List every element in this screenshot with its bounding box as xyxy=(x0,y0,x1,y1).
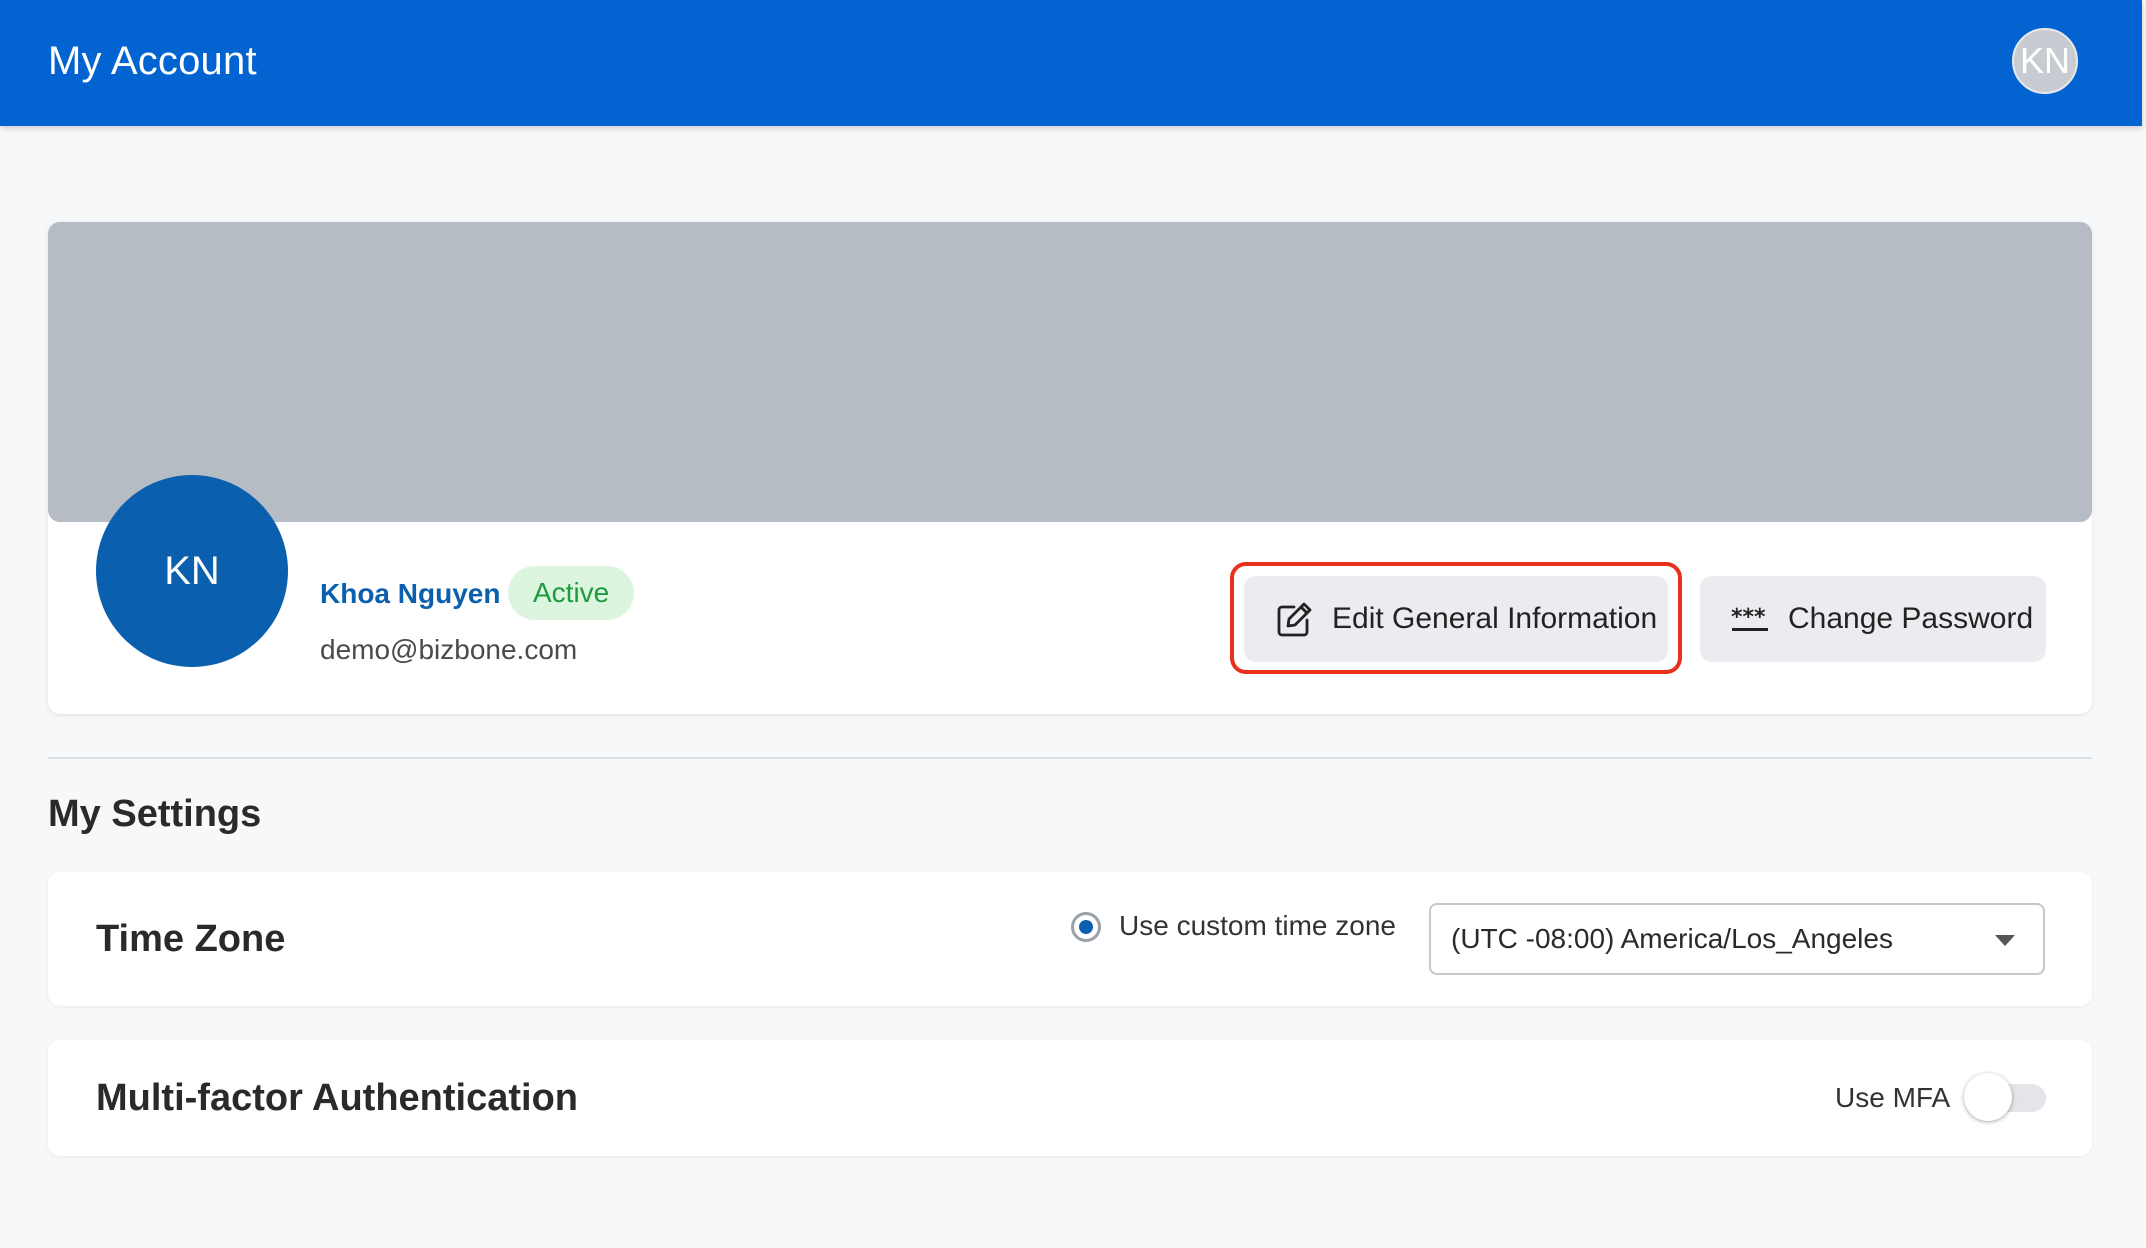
mfa-title: Multi-factor Authentication xyxy=(96,1077,578,1119)
app-header: My Account KN xyxy=(0,0,2142,126)
profile-email: demo@bizbone.com xyxy=(320,634,578,665)
chevron-down-icon xyxy=(1995,935,2015,946)
profile-card: KN Khoa Nguyen Active demo@bizbone.com E… xyxy=(48,222,2092,714)
edit-general-information-button[interactable]: Edit General Information xyxy=(1244,576,1668,662)
settings-heading: My Settings xyxy=(48,793,262,835)
password-asterisks-icon: *** xyxy=(1731,605,1768,631)
time-zone-select[interactable]: (UTC -08:00) America/Los_Angeles xyxy=(1429,903,2045,975)
time-zone-card: Time Zone Use custom time zone (UTC -08:… xyxy=(48,872,2092,1006)
profile-cover-image xyxy=(48,222,2092,522)
mfa-toggle-label: Use MFA xyxy=(1835,1082,1951,1113)
mfa-toggle[interactable] xyxy=(1964,1073,2046,1123)
change-password-label: Change Password xyxy=(1788,602,2034,635)
toggle-knob xyxy=(1964,1073,2012,1121)
mfa-card: Multi-factor Authentication Use MFA xyxy=(48,1040,2092,1156)
custom-time-zone-radio[interactable] xyxy=(1071,912,1101,942)
section-divider xyxy=(48,757,2092,759)
radio-selected-dot xyxy=(1079,920,1093,934)
custom-time-zone-label[interactable]: Use custom time zone xyxy=(1119,908,1396,944)
svg-text:***: *** xyxy=(1731,605,1766,630)
edit-pencil-icon xyxy=(1277,602,1312,637)
page-title: My Account xyxy=(48,39,257,83)
edit-general-information-label: Edit General Information xyxy=(1332,602,1658,635)
profile-name: Khoa Nguyen xyxy=(320,578,501,609)
time-zone-title: Time Zone xyxy=(96,918,286,960)
time-zone-selected-value: (UTC -08:00) America/Los_Angeles xyxy=(1451,923,1893,954)
profile-avatar: KN xyxy=(96,475,288,667)
change-password-button[interactable]: *** Change Password xyxy=(1700,576,2046,662)
status-badge: Active xyxy=(508,566,635,620)
user-avatar-button[interactable]: KN xyxy=(2012,28,2078,94)
